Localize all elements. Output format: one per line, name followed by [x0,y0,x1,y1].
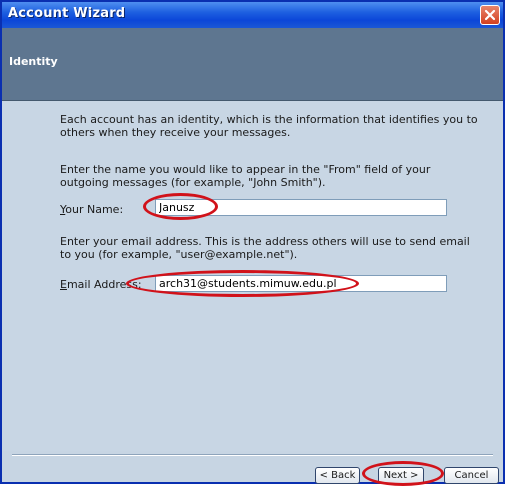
close-button[interactable] [480,5,500,25]
your-name-input[interactable] [155,199,447,216]
wizard-content: Each account has an identity, which is t… [2,101,503,451]
name-instruction: Enter the name you would like to appear … [60,163,431,189]
next-button[interactable]: Next > [378,467,424,484]
back-button[interactable]: < Back [315,467,360,484]
cancel-button[interactable]: Cancel [444,467,499,484]
email-address-label-text: mail Address: [66,278,142,291]
title-bar[interactable]: Account Wizard [2,2,503,28]
your-name-label-text: our Name: [65,203,124,216]
account-wizard-window: Account Wizard Identity Each account has… [0,0,505,486]
your-name-label: Your Name: [60,203,123,216]
wizard-page-header: Identity [2,28,503,101]
intro-text: Each account has an identity, which is t… [60,113,478,139]
email-address-accesskey: E [60,278,67,291]
email-address-input[interactable] [155,275,447,292]
email-instruction: Enter your email address. This is the ad… [60,235,470,261]
button-separator [12,454,493,456]
email-address-label: Email Address: [60,278,142,291]
page-title: Identity [9,55,58,68]
window-title: Account Wizard [8,6,126,21]
close-icon [484,9,496,21]
